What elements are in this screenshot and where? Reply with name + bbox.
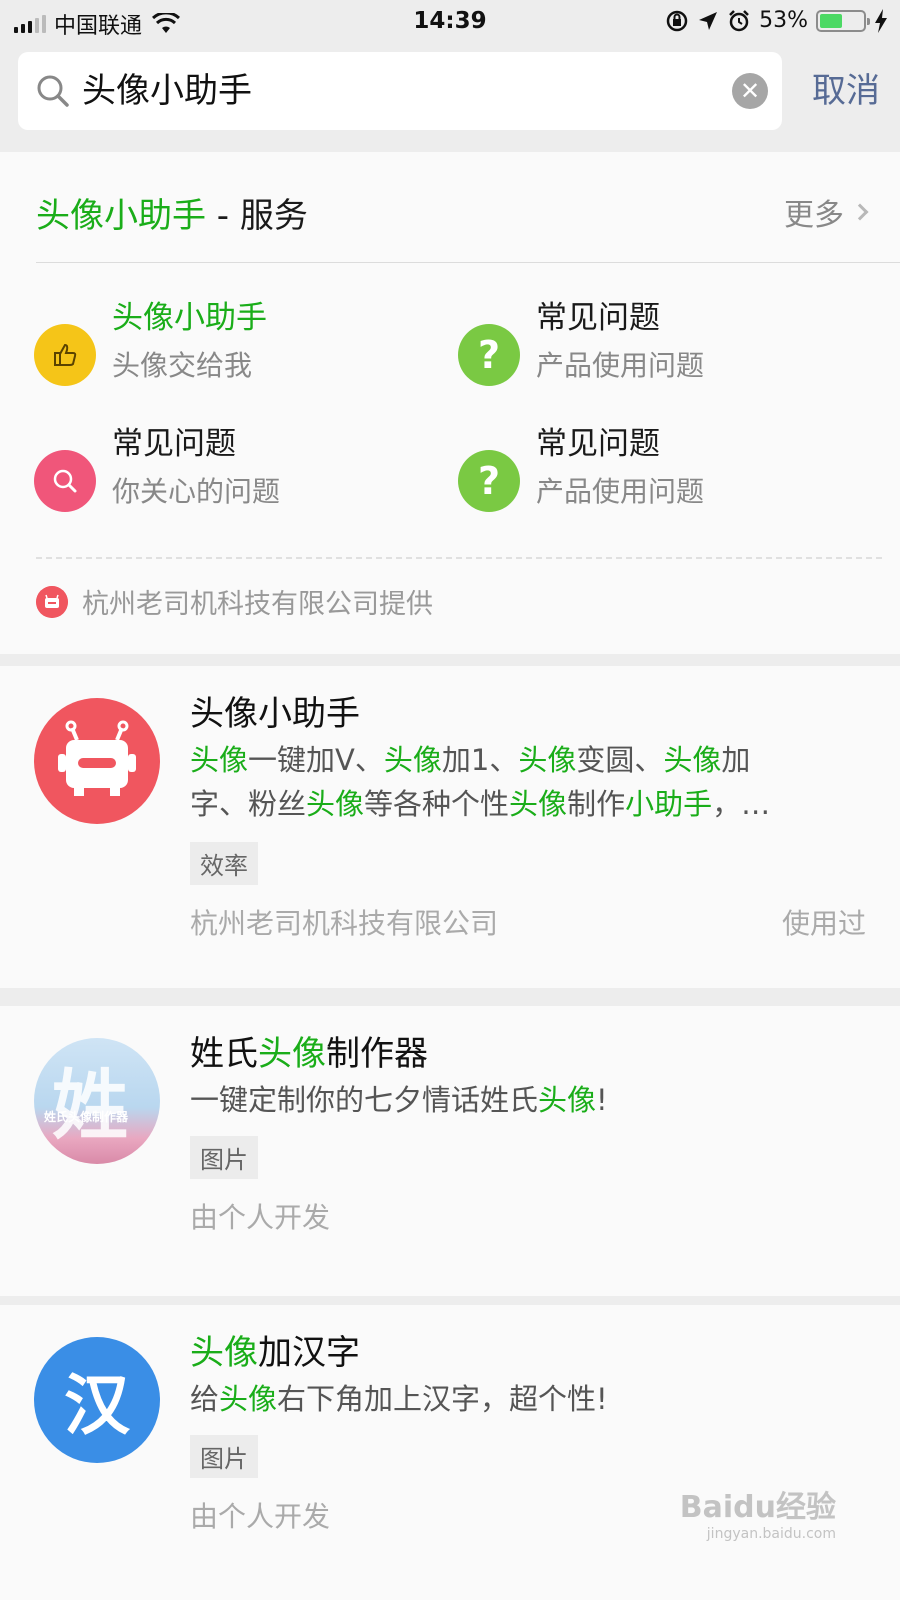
clear-search-button[interactable]: ✕	[732, 73, 768, 109]
divider	[36, 557, 882, 559]
battery-icon	[816, 9, 870, 32]
result-title: 头像小助手	[190, 694, 360, 734]
search-icon	[34, 450, 96, 512]
developer-name: 由个人开发	[190, 1500, 331, 1533]
service-item-faq[interactable]: ? 常见问题 产品使用问题	[458, 292, 868, 402]
chevron-right-icon	[851, 203, 869, 221]
service-item-faq[interactable]: 常见问题 你关心的问题	[34, 418, 444, 528]
result-title: 头像加汉字	[190, 1333, 360, 1373]
result-title: 姓氏头像制作器	[190, 1034, 428, 1074]
service-provider: 杭州老司机科技有限公司提供	[36, 582, 433, 621]
service-item-avatar-helper[interactable]: 头像小助手 头像交给我	[34, 292, 444, 402]
robot-icon	[34, 698, 160, 824]
alarm-icon	[729, 9, 749, 31]
avatar: 汉	[34, 1337, 160, 1463]
question-icon: ?	[458, 324, 520, 386]
used-badge: 使用过	[781, 907, 866, 940]
battery-percent: 53%	[759, 8, 808, 33]
category-tag: 效率	[190, 842, 258, 885]
watermark: Baidu经验 jingyan.baidu.com	[679, 1490, 836, 1542]
service-item-faq[interactable]: ? 常见问题 产品使用问题	[458, 418, 868, 528]
robot-icon	[36, 585, 68, 618]
thumbs-up-icon	[34, 324, 96, 386]
search-icon	[37, 75, 69, 107]
service-section: 头像小助手 - 服务 更多 头像小助手 头像交给我 ? 常见问题 产品使用问题 …	[0, 152, 900, 654]
category-tag: 图片	[190, 1136, 258, 1179]
search-input[interactable]: 头像小助手 ✕	[18, 52, 782, 130]
developer-name: 由个人开发	[190, 1201, 331, 1234]
developer-name: 杭州老司机科技有限公司	[190, 907, 499, 940]
result-description: 给头像右下角加上汉字，超个性!	[190, 1382, 608, 1416]
avatar: 姓 姓氏头像制作器	[34, 1038, 160, 1164]
result-item[interactable]: 姓 姓氏头像制作器 姓氏头像制作器 一键定制你的七夕情话姓氏头像! 图片 由个人…	[0, 1006, 900, 1296]
result-description: 一键定制你的七夕情话姓氏头像!	[190, 1083, 608, 1117]
charging-bolt-icon	[875, 8, 887, 33]
divider	[36, 262, 900, 263]
result-item[interactable]: 汉 头像加汉字 给头像右下角加上汉字，超个性! 图片 由个人开发	[0, 1305, 900, 1600]
status-bar: 中国联通 14:39 53%	[0, 0, 900, 44]
close-icon: ✕	[739, 77, 761, 105]
search-query: 头像小助手	[82, 71, 252, 111]
question-icon: ?	[458, 450, 520, 512]
cancel-button[interactable]: 取消	[812, 52, 880, 130]
result-description: 头像一键加V、头像加1、头像变圆、头像加 字、粉丝头像等各种个性头像制作小助手，…	[190, 743, 771, 821]
location-arrow-icon	[699, 11, 718, 30]
search-header: 头像小助手 ✕ 取消	[0, 44, 900, 150]
category-tag: 图片	[190, 1435, 258, 1478]
rotation-lock-icon	[666, 10, 688, 31]
result-item[interactable]: 头像小助手 头像一键加V、头像加1、头像变圆、头像加 字、粉丝头像等各种个性头像…	[0, 666, 900, 988]
more-link[interactable]: 更多	[784, 190, 869, 234]
service-section-title: 头像小助手 - 服务	[36, 196, 308, 236]
